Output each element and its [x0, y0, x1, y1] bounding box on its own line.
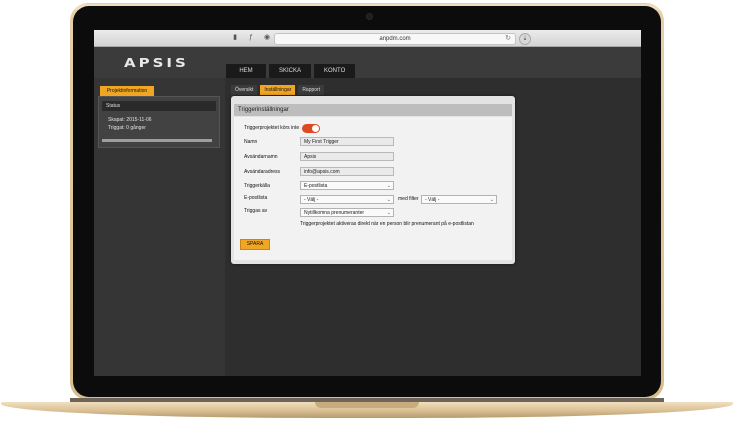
- laptop-notch: [315, 402, 419, 408]
- card-title: Triggerinställningar: [234, 104, 512, 116]
- reload-icon[interactable]: ↻: [505, 34, 511, 44]
- name-field[interactable]: My First Trigger: [300, 137, 394, 146]
- tab-installningar[interactable]: Inställningar: [260, 85, 296, 95]
- save-button[interactable]: SPARA: [240, 239, 270, 250]
- screen: ▮ ƒ ◉ anpdm.com ↻ ⇣ APSIS HEM SKICKA KON…: [94, 30, 641, 376]
- filter-value: - Välj -: [425, 197, 440, 203]
- list-label: E-postlista: [244, 195, 268, 201]
- form-body: Triggerprojektet körs inte Namn My First…: [234, 117, 512, 260]
- url-field[interactable]: anpdm.com ↻: [274, 33, 516, 45]
- tab-rapport[interactable]: Rapport: [298, 85, 325, 95]
- project-info-tab[interactable]: Projektinformation: [100, 86, 154, 96]
- toggle-label: Triggerprojektet körs inte: [244, 125, 300, 131]
- toggle-knob: [312, 125, 319, 132]
- filter-label: med filter: [398, 196, 419, 202]
- url-text: anpdm.com: [379, 36, 411, 42]
- trigger-hint: Triggerprojektet aktiveras direkt när en…: [300, 221, 474, 227]
- trigger-settings-card: Triggerinställningar Triggerprojektet kö…: [231, 96, 515, 264]
- created-date: Skapat: 2015-11-06: [108, 117, 152, 123]
- sidebar-icon[interactable]: ▮: [230, 33, 240, 43]
- nav-hem[interactable]: HEM: [226, 64, 266, 78]
- chevron-down-icon: ⌄: [386, 210, 391, 216]
- sender-address-label: Avsändaradress: [244, 169, 281, 175]
- triggered-by-label: Triggas av: [244, 208, 268, 214]
- progress-bar: [102, 139, 212, 142]
- run-toggle[interactable]: [302, 124, 320, 133]
- sub-tabs: Översikt Inställningar Rapport: [231, 85, 325, 95]
- trigger-count: Triggat: 0 gånger: [108, 125, 146, 131]
- tab-oversikt[interactable]: Översikt: [231, 85, 258, 95]
- filter-select[interactable]: - Välj - ⌄: [421, 195, 497, 204]
- history-icon[interactable]: ◉: [262, 33, 272, 43]
- project-info-box: Status Skapat: 2015-11-06 Triggat: 0 gån…: [98, 96, 220, 148]
- name-label: Namn: [244, 139, 258, 145]
- list-select[interactable]: - Välj - ⌄: [300, 195, 394, 204]
- nav-konto[interactable]: KONTO: [314, 64, 356, 78]
- app-header: APSIS HEM SKICKA KONTO: [94, 47, 641, 78]
- chevron-down-icon: ⌄: [489, 197, 494, 203]
- camera-icon: [366, 13, 373, 20]
- sender-address-field[interactable]: info@apsis.com: [300, 167, 394, 176]
- left-panel: Projektinformation Status Skapat: 2015-1…: [94, 78, 225, 376]
- downloads-icon[interactable]: ⇣: [519, 33, 531, 45]
- top-nav: HEM SKICKA KONTO: [226, 64, 356, 78]
- nav-skicka[interactable]: SKICKA: [269, 64, 312, 78]
- triggered-by-select[interactable]: Nytillkomna prenumeranter ⌄: [300, 208, 394, 217]
- browser-toolbar: ▮ ƒ ◉ anpdm.com ↻ ⇣: [94, 30, 641, 47]
- source-select[interactable]: E-postlista ⌄: [300, 181, 394, 190]
- status-header: Status: [102, 101, 216, 111]
- main-area: Översikt Inställningar Rapport Triggerin…: [225, 78, 641, 376]
- sender-name-label: Avsändarnamn: [244, 154, 278, 160]
- chevron-down-icon: ⌄: [386, 197, 391, 203]
- source-label: Triggerkälla: [244, 183, 270, 189]
- sender-name-field[interactable]: Apsis: [300, 152, 394, 161]
- chevron-down-icon: ⌄: [386, 183, 391, 189]
- source-value: E-postlista: [304, 183, 328, 189]
- bookmark-icon[interactable]: ƒ: [246, 33, 256, 43]
- list-value: - Välj -: [304, 197, 319, 203]
- apsis-logo[interactable]: APSIS: [124, 55, 189, 70]
- triggered-by-value: Nytillkomna prenumeranter: [304, 210, 365, 216]
